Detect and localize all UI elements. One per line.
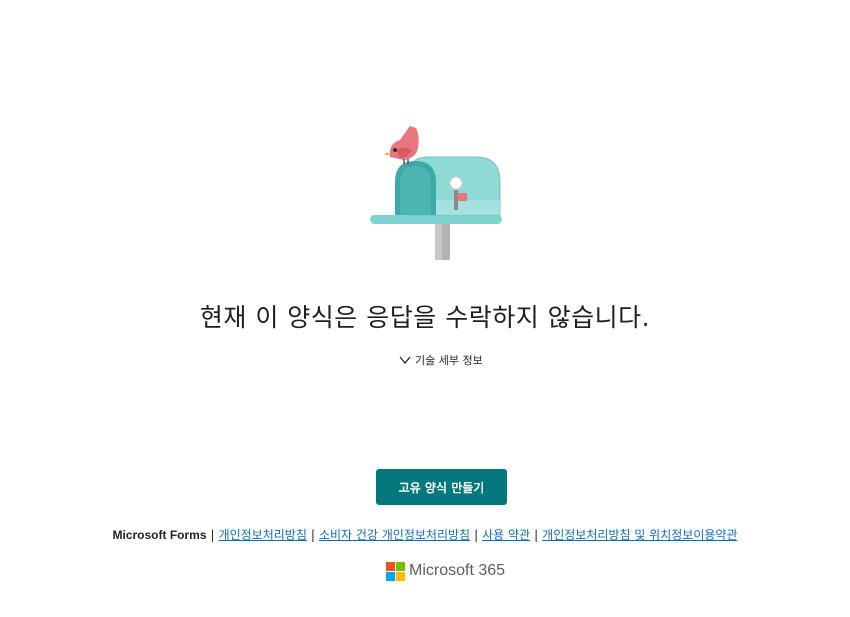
chevron-down-icon <box>399 356 411 365</box>
create-own-form-button[interactable]: 고유 양식 만들기 <box>376 469 507 505</box>
microsoft-365-branding: Microsoft 365 <box>386 561 505 581</box>
product-name: Microsoft 365 <box>409 562 506 579</box>
footer-links: Microsoft Forms | 개인정보처리방침 | 소비자 건강 개인정보처리방침… <box>0 526 850 543</box>
technical-details-label: 기술 세부 정보 <box>415 354 483 367</box>
footer-separator: | <box>210 528 215 542</box>
mailbox-bird-illustration <box>370 126 502 260</box>
terms-of-use-link[interactable]: 사용 약관 <box>482 528 530 542</box>
page-title: 현재 이 양식은 응답을 수락하지 않습니다. <box>199 303 651 332</box>
technical-details-toggle[interactable]: 기술 세부 정보 <box>398 351 483 369</box>
privacy-location-terms-link[interactable]: 개인정보처리방침 및 위치정보이용약관 <box>542 528 737 542</box>
consumer-health-privacy-link[interactable]: 소비자 건강 개인정보처리방침 <box>319 528 470 542</box>
footer-separator: | <box>474 528 479 542</box>
footer-brand: Microsoft Forms <box>112 528 207 542</box>
footer-separator: | <box>534 528 539 542</box>
microsoft-logo-icon <box>386 561 405 581</box>
privacy-policy-link[interactable]: 개인정보처리방침 <box>219 528 307 542</box>
footer-separator: | <box>310 528 315 542</box>
page: 현재 이 양식은 응답을 수락하지 않습니다. 기술 세부 정보 고유 양식 만… <box>0 0 850 617</box>
